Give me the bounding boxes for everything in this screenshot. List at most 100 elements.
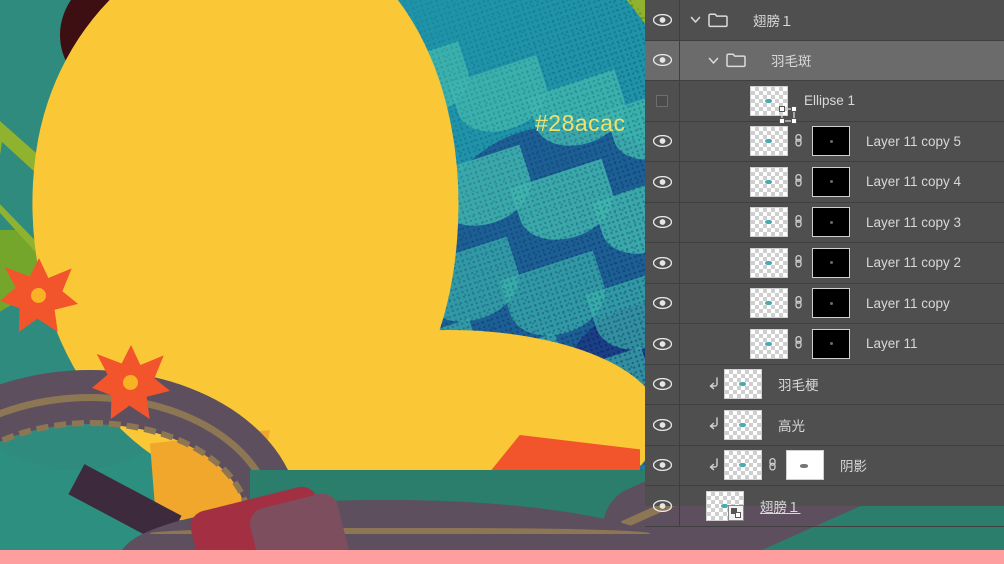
layer-row[interactable]: Ellipse 1	[645, 81, 1004, 124]
layer-visibility-toggle[interactable]	[645, 324, 680, 364]
mask-link-icon[interactable]	[793, 294, 807, 313]
thumbnail-content-mark	[739, 422, 746, 427]
layer-thumbnail[interactable]	[724, 450, 762, 481]
mask-content-mark	[829, 220, 833, 224]
layer-thumbnail[interactable]	[750, 247, 788, 278]
layer-mask-thumbnail[interactable]	[786, 450, 824, 481]
eye-icon	[652, 256, 672, 269]
mask-link-icon[interactable]	[793, 132, 807, 151]
layer-visibility-toggle[interactable]	[645, 445, 680, 485]
hex-color-label: #28acac	[535, 110, 626, 136]
mask-link-icon[interactable]	[767, 456, 781, 475]
pink-bottom-strip	[0, 550, 1004, 564]
layer-thumbnail[interactable]	[724, 369, 762, 400]
layer-thumbnail[interactable]	[750, 288, 788, 319]
layer-name[interactable]: 高光	[778, 415, 805, 435]
layer-row[interactable]: Layer 11 copy 3	[645, 202, 1004, 243]
layer-name[interactable]: Layer 11	[866, 336, 918, 351]
layer-row[interactable]: 阴影	[645, 445, 1004, 486]
clipping-mask-icon	[706, 416, 722, 433]
layer-visibility-toggle[interactable]	[645, 405, 680, 445]
layer-visibility-toggle[interactable]	[645, 81, 680, 121]
layer-row[interactable]: 翅膀１	[645, 486, 1004, 527]
layer-name[interactable]: 羽毛斑	[771, 50, 812, 70]
chevron-down-icon[interactable]	[706, 53, 721, 68]
layer-name[interactable]: 羽毛梗	[778, 374, 819, 394]
mask-link-icon[interactable]	[793, 213, 807, 232]
clipping-mask-icon	[706, 376, 722, 393]
layer-row-content: Layer 11	[680, 324, 1004, 364]
folder-icon	[726, 52, 746, 68]
thumbnail-content-mark	[739, 382, 746, 387]
thumbnail-content-mark	[739, 463, 746, 468]
thumbnail-content-mark	[765, 341, 772, 346]
eye-icon	[652, 297, 672, 310]
eye-icon	[652, 175, 672, 188]
layer-row-content: Ellipse 1	[680, 81, 1004, 124]
eye-icon	[652, 135, 672, 148]
layer-visibility-toggle[interactable]	[645, 243, 680, 283]
layer-row[interactable]: 羽毛斑	[645, 40, 1004, 81]
layer-row-content: 高光	[680, 405, 1004, 445]
layer-thumbnail[interactable]	[724, 409, 762, 440]
thumbnail-content-mark	[765, 301, 772, 306]
layer-thumbnail[interactable]	[750, 85, 797, 124]
layer-thumbnail[interactable]	[750, 166, 788, 197]
layer-row[interactable]: Layer 11 copy	[645, 283, 1004, 324]
layer-row[interactable]: 高光	[645, 405, 1004, 446]
mask-content-mark	[829, 261, 833, 265]
layer-visibility-toggle[interactable]	[645, 283, 680, 323]
layer-name[interactable]: Layer 11 copy	[866, 296, 950, 311]
layer-name[interactable]: Layer 11 copy 2	[866, 255, 961, 270]
mask-link-icon[interactable]	[793, 172, 807, 191]
layer-mask-thumbnail[interactable]	[812, 207, 850, 238]
layer-mask-thumbnail[interactable]	[812, 328, 850, 359]
layer-name[interactable]: Layer 11 copy 5	[866, 134, 961, 149]
layer-visibility-toggle[interactable]	[645, 486, 680, 526]
layer-thumbnail[interactable]	[706, 490, 744, 521]
layer-visibility-toggle[interactable]	[645, 202, 680, 242]
layer-row[interactable]: 翅膀１	[645, 0, 1004, 41]
mask-content-mark	[829, 342, 833, 346]
mask-link-icon[interactable]	[793, 334, 807, 353]
eye-icon	[652, 459, 672, 472]
layer-thumbnail[interactable]	[750, 126, 788, 157]
layer-row-content: Layer 11 copy 2	[680, 243, 1004, 283]
eye-icon	[652, 499, 672, 512]
thumbnail-content-mark	[765, 260, 772, 265]
layer-visibility-toggle[interactable]	[645, 40, 680, 80]
layer-name[interactable]: Layer 11 copy 3	[866, 215, 961, 230]
layer-name[interactable]: 阴影	[840, 455, 867, 475]
layer-name[interactable]: Ellipse 1	[804, 93, 855, 108]
layer-mask-thumbnail[interactable]	[812, 247, 850, 278]
mask-content-mark	[800, 463, 809, 468]
layer-name[interactable]: 翅膀１	[753, 10, 794, 30]
vector-shape-badge-icon	[778, 105, 797, 124]
layer-visibility-toggle[interactable]	[645, 121, 680, 161]
layer-row[interactable]: 羽毛梗	[645, 364, 1004, 405]
eye-icon	[652, 418, 672, 431]
mask-content-mark	[829, 139, 833, 143]
layer-row[interactable]: Layer 11 copy 2	[645, 243, 1004, 284]
layer-visibility-toggle[interactable]	[645, 364, 680, 404]
layer-name[interactable]: Layer 11 copy 4	[866, 174, 961, 189]
mask-link-icon[interactable]	[793, 253, 807, 272]
thumbnail-content-mark	[721, 503, 728, 508]
layer-row-content: Layer 11 copy 5	[680, 122, 1004, 162]
layer-row[interactable]: Layer 11 copy 4	[645, 162, 1004, 203]
layer-row[interactable]: Layer 11	[645, 324, 1004, 365]
layer-thumbnail[interactable]	[750, 328, 788, 359]
layer-mask-thumbnail[interactable]	[812, 166, 850, 197]
chevron-down-icon[interactable]	[688, 12, 703, 27]
thumbnail-content-mark	[765, 98, 772, 103]
layer-row-content: Layer 11 copy 4	[680, 162, 1004, 202]
layer-thumbnail[interactable]	[750, 207, 788, 238]
flower	[92, 345, 170, 419]
layer-name[interactable]: 翅膀１	[760, 496, 801, 516]
layer-row[interactable]: Layer 11 copy 5	[645, 121, 1004, 162]
layers-panel[interactable]: 翅膀１ 羽毛斑 Ellipse 1 Layer 11 copy 5 Layer 11 c…	[645, 0, 1004, 527]
layer-mask-thumbnail[interactable]	[812, 288, 850, 319]
layer-mask-thumbnail[interactable]	[812, 126, 850, 157]
layer-visibility-toggle[interactable]	[645, 162, 680, 202]
layer-visibility-toggle[interactable]	[645, 0, 680, 40]
